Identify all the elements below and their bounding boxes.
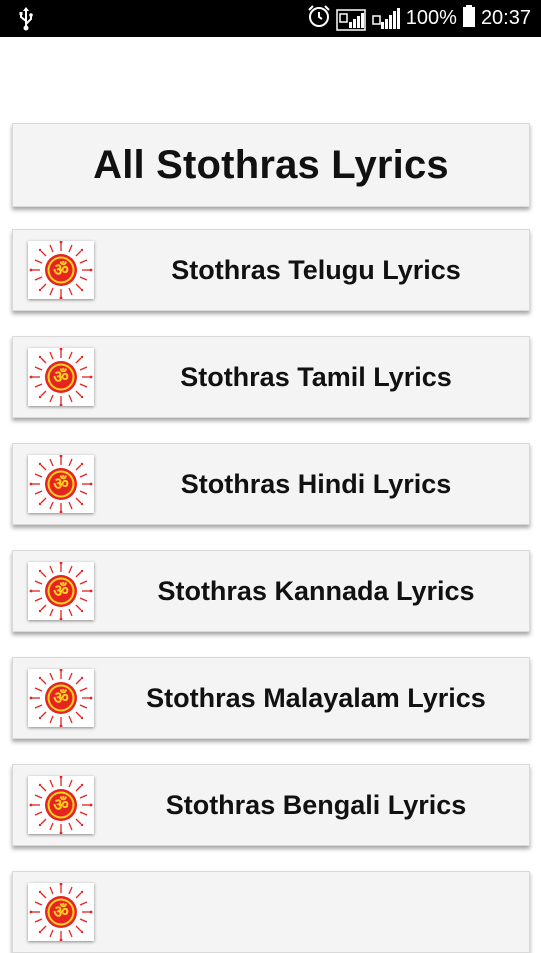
list-item-label: Stothras Malayalam Lyrics bbox=[146, 682, 486, 713]
svg-text:ॐ: ॐ bbox=[53, 261, 69, 281]
om-icon: ॐ bbox=[28, 348, 94, 406]
battery-icon bbox=[462, 4, 476, 33]
svg-text:ॐ: ॐ bbox=[53, 903, 69, 923]
battery-percent: 100% bbox=[405, 7, 457, 29]
list-item-partial[interactable]: ॐ bbox=[12, 871, 530, 953]
header-card: All Stothras Lyrics bbox=[12, 123, 530, 207]
list-item-hindi[interactable]: ॐ Stothras Hindi Lyrics bbox=[12, 443, 530, 525]
list-item-telugu[interactable]: ॐ Stothras Telugu Lyrics bbox=[12, 229, 530, 311]
om-icon: ॐ bbox=[28, 669, 94, 727]
svg-text:ॐ: ॐ bbox=[53, 582, 69, 602]
om-icon: ॐ bbox=[28, 776, 94, 834]
list-item-malayalam[interactable]: ॐ Stothras Malayalam Lyrics bbox=[12, 657, 530, 739]
list-item-label: Stothras Telugu Lyrics bbox=[171, 254, 461, 285]
svg-text:ॐ: ॐ bbox=[53, 796, 69, 816]
usb-icon bbox=[18, 7, 34, 36]
signal-icon bbox=[336, 7, 366, 31]
list-item-label: Stothras Bengali Lyrics bbox=[165, 789, 467, 820]
list-item-bengali[interactable]: ॐ Stothras Bengali Lyrics bbox=[12, 764, 530, 846]
clock: 20:37 bbox=[480, 7, 531, 29]
om-icon: ॐ bbox=[28, 562, 94, 620]
om-icon: ॐ bbox=[28, 883, 94, 941]
list-item-label: Stothras Kannada Lyrics bbox=[157, 575, 475, 606]
list-item-kannada[interactable]: ॐ Stothras Kannada Lyrics bbox=[12, 550, 530, 632]
om-icon: ॐ bbox=[28, 241, 94, 299]
list-item-label bbox=[103, 872, 529, 952]
alarm-icon bbox=[307, 4, 331, 33]
svg-text:ॐ: ॐ bbox=[53, 475, 69, 495]
list-item-label: Stothras Tamil Lyrics bbox=[180, 361, 452, 392]
signal-icon bbox=[371, 7, 401, 31]
list-item-label: Stothras Hindi Lyrics bbox=[180, 468, 452, 499]
svg-text:ॐ: ॐ bbox=[53, 368, 69, 388]
svg-text:ॐ: ॐ bbox=[53, 689, 69, 709]
om-icon: ॐ bbox=[28, 455, 94, 513]
list-item-tamil[interactable]: ॐ Stothras Tamil Lyrics bbox=[12, 336, 530, 418]
page-title: All Stothras Lyrics bbox=[93, 142, 449, 187]
status-bar: 100% 20:37 bbox=[0, 0, 541, 37]
